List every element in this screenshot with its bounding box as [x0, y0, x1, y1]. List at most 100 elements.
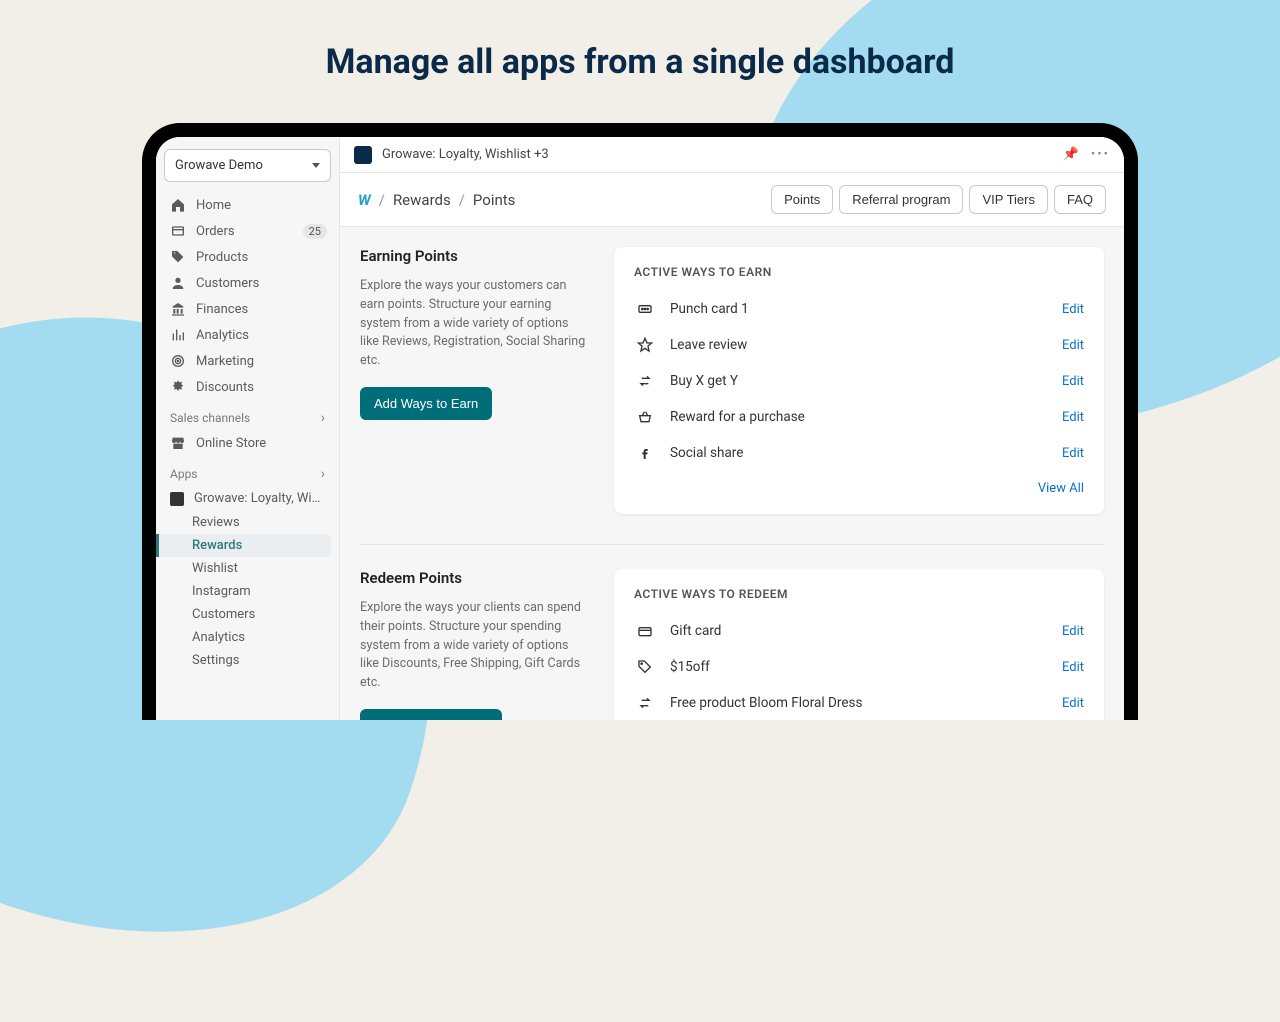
section-redeem-info: Redeem Points Explore the ways your clie… — [360, 569, 590, 720]
tab-vip[interactable]: VIP Tiers — [969, 185, 1048, 214]
subnav-instagram[interactable]: Instagram — [164, 580, 331, 603]
basket-icon — [634, 409, 656, 425]
nav-label: Analytics — [196, 328, 249, 343]
section-apps[interactable]: Apps › — [164, 456, 331, 486]
nav-discounts[interactable]: Discounts — [164, 374, 331, 400]
redeem-row: $15off Edit — [634, 649, 1084, 685]
topbar-title: Growave: Loyalty, Wishlist +3 — [382, 147, 549, 162]
person-icon — [170, 275, 186, 291]
section-description: Explore the ways your customers can earn… — [360, 277, 590, 371]
chevron-down-icon — [312, 163, 320, 168]
target-icon — [170, 353, 186, 369]
main-area: Growave: Loyalty, Wishlist +3 📌 ••• W / … — [340, 137, 1124, 720]
earn-card: ACTIVE WAYS TO EARN Punch card 1 Edit Le… — [614, 247, 1104, 514]
earn-card-title: ACTIVE WAYS TO EARN — [634, 265, 1084, 279]
nav-products[interactable]: Products — [164, 244, 331, 270]
gift-card-icon — [634, 623, 656, 639]
row-label: $15off — [670, 659, 1062, 675]
section-redeem: Redeem Points Explore the ways your clie… — [360, 569, 1104, 720]
nav-label: Products — [196, 250, 248, 265]
nav-customers[interactable]: Customers — [164, 270, 331, 296]
breadcrumb-sep: / — [459, 191, 465, 209]
row-label: Gift card — [670, 623, 1062, 639]
nav-label: Finances — [196, 302, 248, 317]
nav-finances[interactable]: Finances — [164, 296, 331, 322]
redeem-row: Gift card Edit — [634, 613, 1084, 649]
edit-link[interactable]: Edit — [1062, 696, 1084, 711]
nav-app-growave[interactable]: Growave: Loyalty, Wishlis... — [164, 486, 331, 511]
section-title: Earning Points — [360, 247, 590, 265]
row-label: Free product Bloom Floral Dress — [670, 695, 1062, 711]
section-label: Sales channels — [170, 411, 250, 425]
nav-orders[interactable]: Orders 25 — [164, 218, 331, 244]
store-selector[interactable]: Growave Demo — [164, 149, 331, 182]
breadcrumb: W / Rewards / Points — [358, 191, 515, 209]
edit-link[interactable]: Edit — [1062, 410, 1084, 425]
row-label: Buy X get Y — [670, 373, 1062, 389]
nav-label: Online Store — [196, 436, 266, 451]
orders-icon — [170, 223, 186, 239]
earn-row: Punch card 1 Edit — [634, 291, 1084, 327]
row-label: Reward for a purchase — [670, 409, 1062, 425]
section-earning: Earning Points Explore the ways your cus… — [360, 247, 1104, 545]
subnav-rewards[interactable]: Rewards — [156, 534, 331, 557]
edit-link[interactable]: Edit — [1062, 660, 1084, 675]
subnav-customers[interactable]: Customers — [164, 603, 331, 626]
sidebar: Growave Demo Home Orders 25 Products Cus… — [156, 137, 340, 720]
price-tag-icon — [634, 659, 656, 675]
row-label: Punch card 1 — [670, 301, 1062, 317]
section-label: Apps — [170, 467, 198, 481]
tab-referral[interactable]: Referral program — [839, 185, 963, 214]
row-label: Leave review — [670, 337, 1062, 353]
edit-link[interactable]: Edit — [1062, 302, 1084, 317]
add-ways-to-earn-button[interactable]: Add Ways to Earn — [360, 387, 492, 420]
nav-label: Growave: Loyalty, Wishlis... — [194, 491, 325, 506]
topbar: Growave: Loyalty, Wishlist +3 📌 ••• — [340, 137, 1124, 173]
page-header: W / Rewards / Points Points Referral pro… — [340, 173, 1124, 227]
nav-label: Marketing — [196, 354, 254, 369]
edit-link[interactable]: Edit — [1062, 374, 1084, 389]
hero: Manage all apps from a single dashboard — [0, 0, 1280, 82]
redeem-card: ACTIVE WAYS TO REDEEM Gift card Edit $15… — [614, 569, 1104, 720]
store-icon — [170, 435, 186, 451]
app-shell: Growave Demo Home Orders 25 Products Cus… — [156, 137, 1124, 720]
hero-title: Manage all apps from a single dashboard — [0, 42, 1280, 82]
tag-icon — [170, 249, 186, 265]
breadcrumb-rewards[interactable]: Rewards — [393, 191, 451, 209]
earn-row: Reward for a purchase Edit — [634, 399, 1084, 435]
chart-icon — [170, 327, 186, 343]
add-ways-to-spend-button[interactable]: Add Ways to Spend — [360, 709, 502, 720]
tab-points[interactable]: Points — [771, 185, 833, 214]
nav-online-store[interactable]: Online Store — [164, 430, 331, 456]
subnav-reviews[interactable]: Reviews — [164, 511, 331, 534]
home-icon — [170, 197, 186, 213]
app-icon — [170, 492, 184, 506]
nav-label: Home — [196, 198, 231, 213]
content-scroll[interactable]: Earning Points Explore the ways your cus… — [340, 227, 1124, 720]
redeem-card-title: ACTIVE WAYS TO REDEEM — [634, 587, 1084, 601]
redeem-row: Free product Bloom Floral Dress Edit — [634, 685, 1084, 720]
nav-marketing[interactable]: Marketing — [164, 348, 331, 374]
orders-count-badge: 25 — [303, 224, 327, 239]
edit-link[interactable]: Edit — [1062, 624, 1084, 639]
breadcrumb-logo-icon[interactable]: W — [358, 191, 371, 209]
subnav-wishlist[interactable]: Wishlist — [164, 557, 331, 580]
section-title: Redeem Points — [360, 569, 590, 587]
pin-icon[interactable]: 📌 — [1063, 147, 1079, 162]
edit-link[interactable]: Edit — [1062, 446, 1084, 461]
store-name: Growave Demo — [175, 158, 263, 173]
subnav-settings[interactable]: Settings — [164, 649, 331, 672]
section-sales-channels[interactable]: Sales channels › — [164, 400, 331, 430]
app-logo-icon — [354, 146, 372, 164]
view-all-link[interactable]: View All — [634, 471, 1084, 496]
facebook-icon — [634, 445, 656, 461]
nav-label: Orders — [196, 224, 235, 239]
edit-link[interactable]: Edit — [1062, 338, 1084, 353]
star-icon — [634, 337, 656, 353]
nav-home[interactable]: Home — [164, 192, 331, 218]
tab-faq[interactable]: FAQ — [1054, 185, 1106, 214]
subnav-analytics[interactable]: Analytics — [164, 626, 331, 649]
nav-analytics[interactable]: Analytics — [164, 322, 331, 348]
more-icon[interactable]: ••• — [1091, 147, 1110, 162]
product-icon — [634, 695, 656, 711]
